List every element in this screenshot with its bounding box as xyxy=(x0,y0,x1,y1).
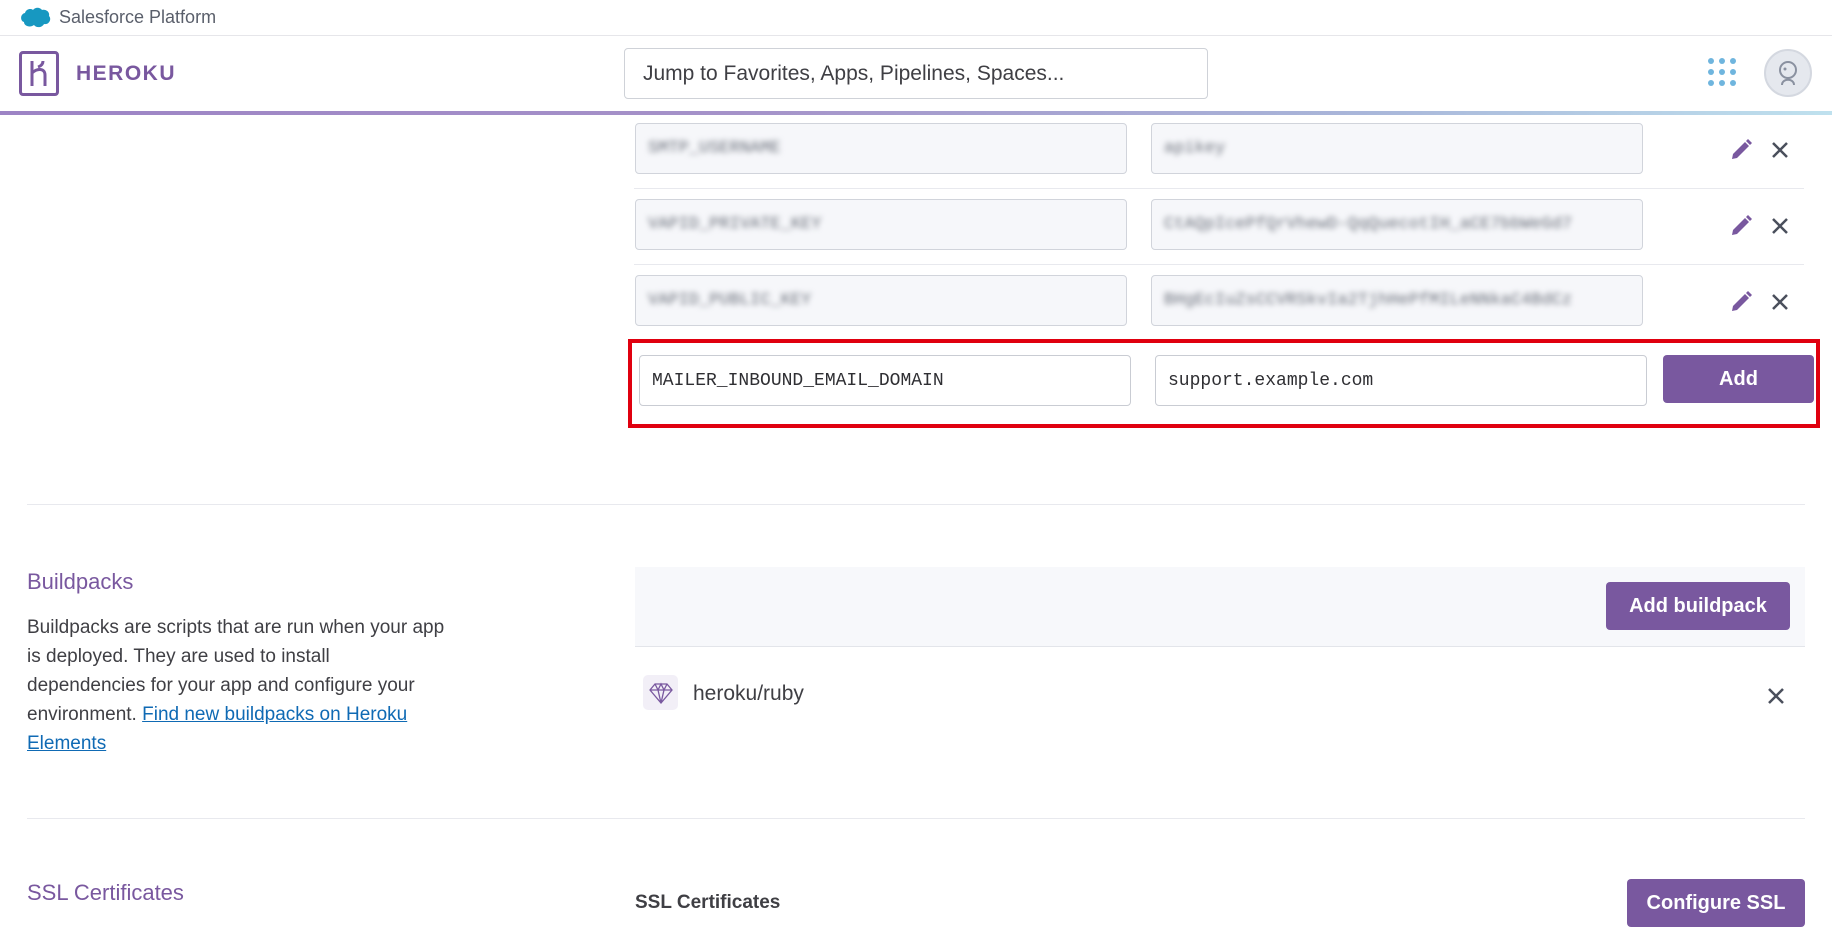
section-divider xyxy=(27,504,1805,505)
buildpacks-description: Buildpacks are scripts that are run when… xyxy=(27,613,447,758)
config-var-row: VAPID_PUBLIC_KEY BHgEcIuZsCCVRSkvIa2TjhH… xyxy=(634,265,1804,341)
heroku-logo[interactable]: HEROKU xyxy=(19,51,176,96)
configure-ssl-button[interactable]: Configure SSL xyxy=(1627,879,1805,927)
apps-grid-icon[interactable] xyxy=(1708,58,1736,86)
salesforce-platform-label: Salesforce Platform xyxy=(59,7,217,27)
user-avatar-icon xyxy=(1779,61,1797,86)
salesforce-bar: Salesforce Platform xyxy=(0,0,1832,36)
config-var-key[interactable]: SMTP_USERNAME xyxy=(635,123,1127,174)
delete-x-icon[interactable] xyxy=(1767,289,1793,315)
config-var-row: VAPID_PRIVATE_KEY CtAQpIcePfQrVhewD-QqQu… xyxy=(634,189,1804,265)
avatar[interactable] xyxy=(1764,49,1812,97)
add-buildpack-button[interactable]: Add buildpack xyxy=(1606,582,1790,630)
new-config-var-row: Add xyxy=(628,339,1820,428)
new-config-key-input[interactable] xyxy=(639,355,1131,406)
buildpack-item: heroku/ruby xyxy=(635,660,1805,730)
delete-x-icon[interactable] xyxy=(1767,213,1793,239)
config-var-value[interactable]: BHgEcIuZsCCVRSkvIa2TjhHePfMILeNNkaC4BdCz xyxy=(1151,275,1643,326)
ruby-gem-icon xyxy=(643,675,678,710)
heroku-header: HEROKU xyxy=(0,36,1832,112)
config-var-row: SMTP_USERNAME apikey xyxy=(634,113,1804,189)
heroku-logo-icon xyxy=(19,51,59,96)
config-var-key[interactable]: VAPID_PUBLIC_KEY xyxy=(635,275,1127,326)
add-config-var-button[interactable]: Add xyxy=(1663,355,1814,403)
ssl-certificates-subtitle: SSL Certificates xyxy=(635,892,781,913)
ssl-certificates-title: SSL Certificates xyxy=(27,880,184,905)
config-var-key[interactable]: VAPID_PRIVATE_KEY xyxy=(635,199,1127,250)
salesforce-cloud-icon xyxy=(21,7,51,27)
new-config-value-input[interactable] xyxy=(1155,355,1647,406)
edit-pencil-icon[interactable] xyxy=(1728,137,1754,163)
search-input[interactable] xyxy=(624,48,1208,99)
buildpacks-title: Buildpacks xyxy=(27,569,134,594)
buildpack-name: heroku/ruby xyxy=(693,682,804,705)
edit-pencil-icon[interactable] xyxy=(1728,289,1754,315)
buildpacks-toolbar: Add buildpack xyxy=(635,567,1805,647)
heroku-brand-text: HEROKU xyxy=(76,61,177,85)
config-var-value[interactable]: apikey xyxy=(1151,123,1643,174)
remove-buildpack-x-icon[interactable] xyxy=(1763,683,1789,709)
delete-x-icon[interactable] xyxy=(1767,137,1793,163)
config-var-value[interactable]: CtAQpIcePfQrVhewD-QqQuecotIH_aCE7bbWeGd7 xyxy=(1151,199,1643,250)
edit-pencil-icon[interactable] xyxy=(1728,213,1754,239)
section-divider xyxy=(27,818,1805,819)
